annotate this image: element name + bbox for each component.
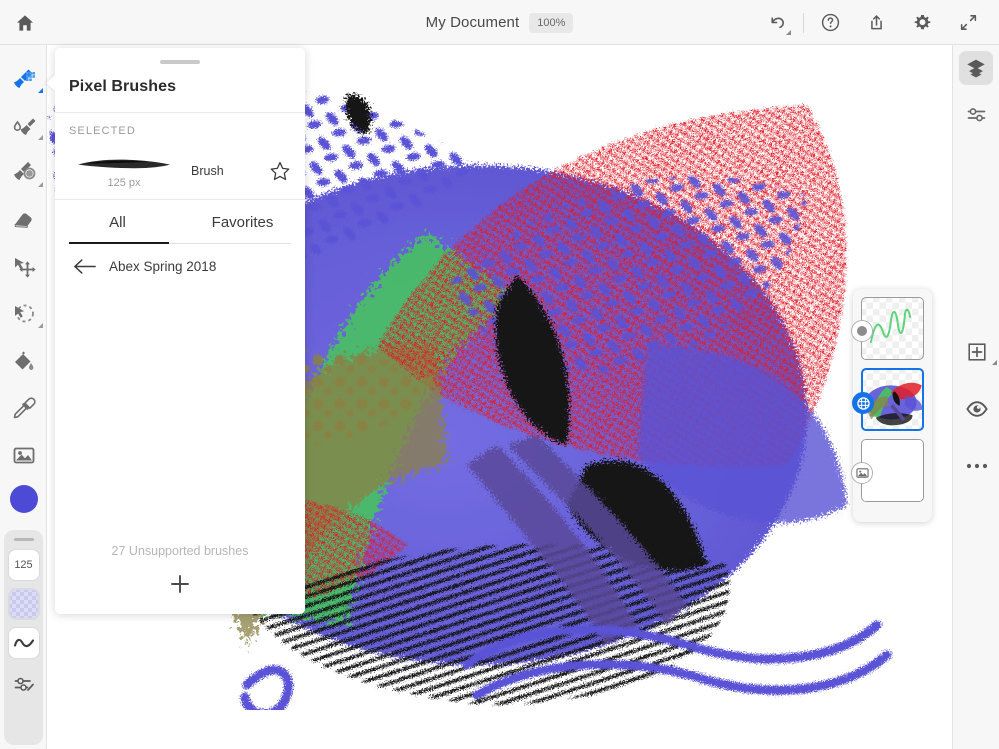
layers-stack-icon bbox=[965, 57, 987, 79]
eraser-icon bbox=[11, 207, 37, 233]
layers-button[interactable] bbox=[959, 51, 993, 85]
share-export-icon bbox=[866, 12, 887, 33]
page-title[interactable]: My Document bbox=[426, 14, 520, 31]
paint-bucket-icon bbox=[11, 348, 37, 374]
eyedropper-icon bbox=[11, 395, 37, 421]
brush-folder-name: Abex Spring 2018 bbox=[109, 259, 216, 274]
image-placeholder-icon[interactable] bbox=[851, 462, 873, 484]
brush-list-area[interactable] bbox=[55, 275, 305, 544]
add-layer-button[interactable] bbox=[953, 328, 999, 375]
wave-smoothing-icon bbox=[13, 635, 35, 651]
left-tool-sidebar: 125 bbox=[0, 45, 47, 749]
layer-blend-grid-icon[interactable] bbox=[852, 392, 874, 414]
layer-thumbnail-green-squiggle[interactable] bbox=[861, 297, 924, 360]
eyedropper-tool[interactable] bbox=[0, 384, 47, 431]
brush-more-settings-button[interactable] bbox=[12, 673, 36, 697]
undo-button[interactable] bbox=[754, 0, 800, 45]
place-image-tool[interactable] bbox=[0, 431, 47, 478]
tab-active-underline bbox=[69, 242, 169, 244]
home-button[interactable] bbox=[10, 8, 40, 38]
brush-preview-column: 125 px bbox=[69, 153, 179, 189]
chevron-down-icon bbox=[38, 182, 43, 187]
drag-handle[interactable] bbox=[14, 538, 34, 541]
watercolor-brush-drop-icon bbox=[11, 113, 37, 139]
right-tool-sidebar bbox=[952, 45, 999, 749]
layer-mask-dot-icon[interactable] bbox=[851, 320, 873, 342]
selected-brush-row[interactable]: 125 px Brush bbox=[55, 137, 305, 199]
opacity-button[interactable] bbox=[9, 589, 39, 619]
transform-tool[interactable] bbox=[0, 243, 47, 290]
fresco-app-window: My Document 100% bbox=[0, 0, 999, 749]
pixel-brushes-panel: Pixel Brushes SELECTED 125 px Brush bbox=[55, 48, 305, 614]
share-button[interactable] bbox=[853, 0, 899, 45]
top-actions-group bbox=[754, 0, 991, 45]
paintbrush-pixel-icon bbox=[11, 66, 37, 92]
plus-box-icon bbox=[966, 341, 988, 363]
vector-brush-tool[interactable] bbox=[0, 149, 47, 196]
move-transform-arrows-icon bbox=[11, 254, 37, 280]
unsupported-brushes-label: 27 Unsupported brushes bbox=[112, 544, 249, 558]
favorite-star-button[interactable] bbox=[269, 160, 291, 182]
settings-button[interactable] bbox=[899, 0, 945, 45]
panel-title: Pixel Brushes bbox=[55, 64, 305, 96]
expand-diagonal-arrows-icon bbox=[958, 12, 979, 33]
brush-folder-breadcrumb[interactable]: Abex Spring 2018 bbox=[55, 244, 305, 275]
star-outline-icon bbox=[269, 160, 291, 182]
question-circle-icon bbox=[820, 12, 841, 33]
help-button[interactable] bbox=[807, 0, 853, 45]
live-brush-tool[interactable] bbox=[0, 102, 47, 149]
chevron-down-icon bbox=[786, 30, 791, 35]
brush-stroke-preview bbox=[74, 153, 174, 175]
lasso-selection-icon bbox=[11, 301, 37, 327]
brush-name-label: Brush bbox=[179, 164, 269, 178]
layers-panel bbox=[853, 289, 932, 522]
sliders-settings-icon bbox=[965, 103, 989, 127]
vector-brush-circle-icon bbox=[11, 160, 37, 186]
panel-pointer-arrow bbox=[46, 74, 56, 92]
tab-favorites[interactable]: Favorites bbox=[180, 200, 305, 244]
chevron-down-icon bbox=[992, 360, 997, 365]
undo-arrow-icon bbox=[767, 12, 788, 33]
smoothing-button[interactable] bbox=[9, 628, 39, 658]
gear-icon bbox=[912, 12, 933, 33]
chevron-down-icon bbox=[38, 323, 43, 328]
brush-tabs: All Favorites bbox=[55, 200, 305, 244]
layer-thumbnail-empty[interactable] bbox=[861, 439, 924, 502]
brush-size-label: 125 px bbox=[107, 177, 140, 189]
fullscreen-button[interactable] bbox=[945, 0, 991, 45]
color-swatch[interactable] bbox=[10, 485, 38, 513]
layer-properties-button[interactable] bbox=[953, 91, 999, 138]
pixel-brush-tool[interactable] bbox=[0, 55, 47, 102]
top-toolbar: My Document 100% bbox=[0, 0, 999, 45]
sliders-settings-icon bbox=[12, 673, 36, 697]
panel-header: Pixel Brushes bbox=[55, 48, 305, 113]
chevron-down-icon bbox=[38, 88, 43, 93]
selection-tool[interactable] bbox=[0, 290, 47, 337]
ellipsis-icon bbox=[965, 462, 989, 470]
more-options-button[interactable] bbox=[953, 442, 999, 489]
eraser-tool[interactable] bbox=[0, 196, 47, 243]
grid-circle-icon bbox=[857, 397, 870, 410]
panel-footer: 27 Unsupported brushes bbox=[55, 544, 305, 614]
image-icon bbox=[856, 467, 869, 479]
fill-tool[interactable] bbox=[0, 337, 47, 384]
image-placeholder-icon bbox=[11, 442, 37, 468]
plus-icon bbox=[168, 572, 192, 596]
add-brush-button[interactable] bbox=[168, 572, 192, 596]
brush-settings-group: 125 bbox=[4, 530, 43, 745]
arrow-left-icon bbox=[73, 258, 97, 275]
eye-icon bbox=[965, 397, 989, 421]
brush-size-button[interactable]: 125 bbox=[9, 550, 39, 580]
visibility-button[interactable] bbox=[953, 385, 999, 432]
home-icon bbox=[15, 13, 35, 33]
selected-brush-section: SELECTED 125 px Brush bbox=[55, 113, 305, 200]
zoom-level-badge[interactable]: 100% bbox=[529, 13, 573, 33]
tab-all[interactable]: All bbox=[55, 200, 180, 244]
divider bbox=[803, 13, 804, 33]
chevron-down-icon bbox=[38, 135, 43, 140]
selected-section-label: SELECTED bbox=[55, 113, 305, 137]
layer-thumbnail-artwork[interactable] bbox=[861, 368, 924, 431]
